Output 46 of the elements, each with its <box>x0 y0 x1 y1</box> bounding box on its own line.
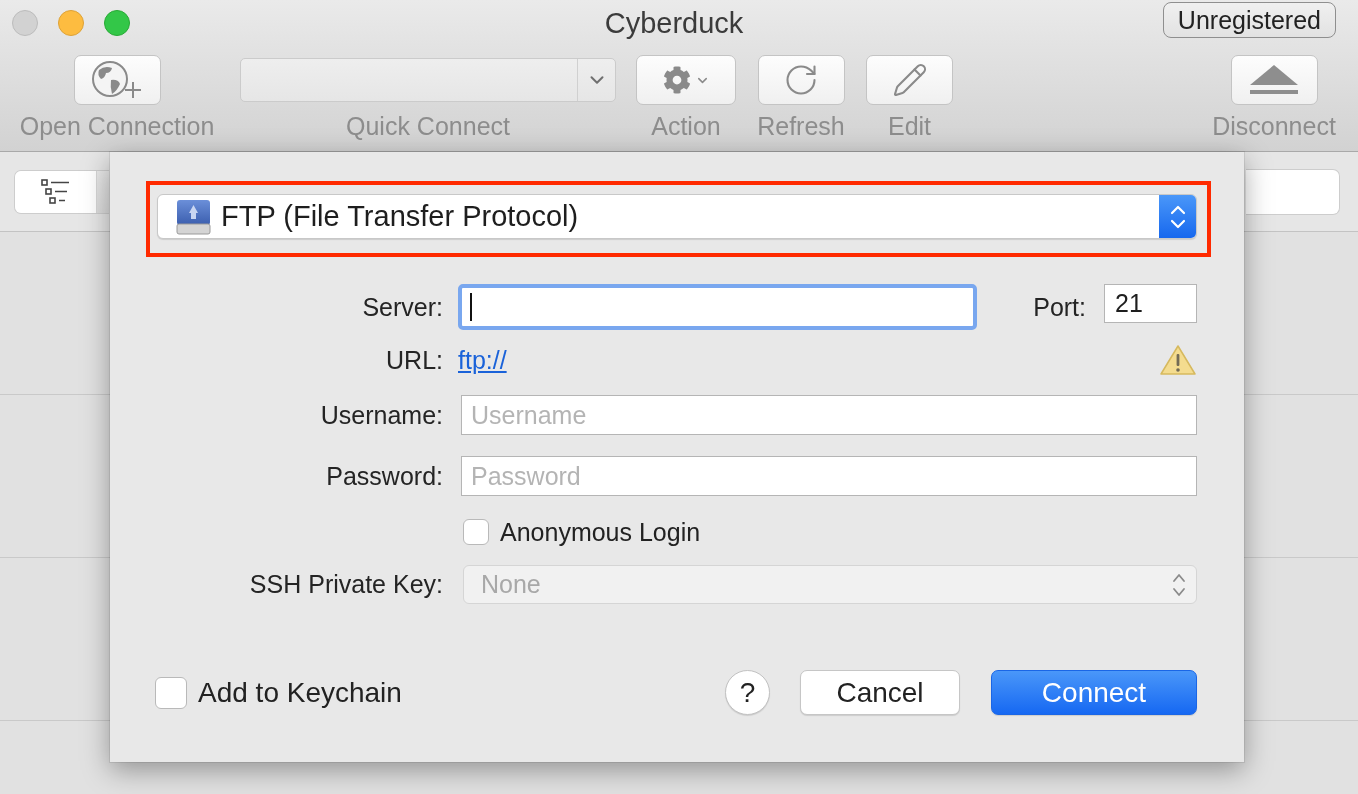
toolbar-label: Edit <box>887 112 932 140</box>
username-field[interactable]: Username <box>461 395 1197 435</box>
field-label: Password: <box>325 461 443 491</box>
pencil-icon <box>891 62 928 98</box>
field-label: Port: <box>1033 292 1086 322</box>
toolbar-label: Open Connection <box>19 112 215 140</box>
url-link[interactable]: ftp:// <box>458 345 507 375</box>
refresh-button[interactable] <box>757 55 845 105</box>
field-label: SSH Private Key: <box>248 570 443 599</box>
connect-button[interactable]: Connect <box>991 670 1197 715</box>
stepper-arrows-icon <box>1172 571 1186 598</box>
port-field[interactable]: 21 <box>1104 284 1197 323</box>
password-field[interactable]: Password <box>461 456 1197 496</box>
window-title: Cyberduck <box>604 6 744 40</box>
close-window-icon[interactable] <box>12 10 38 36</box>
open-connection-button[interactable] <box>73 55 161 105</box>
edit-button[interactable] <box>866 55 953 105</box>
disconnect-button[interactable] <box>1230 55 1318 105</box>
outline-list-icon <box>40 179 71 204</box>
gear-icon <box>662 66 691 94</box>
toolbar-label: Quick Connect <box>346 112 510 140</box>
zoom-window-icon[interactable] <box>104 10 130 36</box>
checkbox[interactable] <box>155 676 187 709</box>
drive-icon <box>176 198 211 235</box>
globe-plus-icon <box>91 60 143 100</box>
field-label: Server: <box>361 292 443 322</box>
toolbar-label: Disconnect <box>1212 112 1336 140</box>
toolbar-label: Refresh <box>757 112 845 140</box>
unregistered-button[interactable]: Unregistered <box>1162 2 1336 38</box>
server-field[interactable] <box>458 284 977 330</box>
checkbox-label: Add to Keychain <box>198 676 402 709</box>
quick-connect-field[interactable] <box>240 58 616 102</box>
search-field[interactable] <box>1246 168 1340 215</box>
checkbox-label: Anonymous Login <box>500 517 701 547</box>
help-button[interactable]: ? <box>725 670 770 715</box>
checkbox[interactable] <box>463 519 489 545</box>
minimize-window-icon[interactable] <box>58 10 84 36</box>
toolbar-label: Action <box>651 112 721 140</box>
action-button[interactable] <box>636 55 736 105</box>
field-label: Username: <box>319 400 443 430</box>
protocol-popup[interactable]: FTP (File Transfer Protocol) <box>157 194 1197 239</box>
field-label: URL: <box>385 345 443 375</box>
text-cursor-icon <box>470 293 472 321</box>
cancel-button[interactable]: Cancel <box>800 670 960 715</box>
eject-icon <box>1249 65 1299 95</box>
view-segmented-control[interactable] <box>14 169 109 214</box>
